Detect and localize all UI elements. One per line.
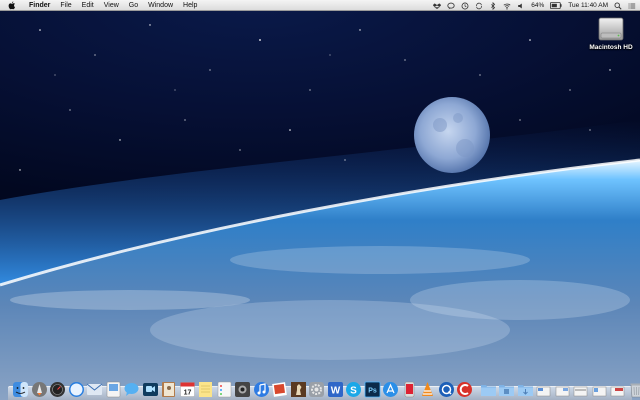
menu-view[interactable]: View: [99, 0, 124, 11]
menu-go[interactable]: Go: [124, 0, 143, 11]
battery-icon[interactable]: [550, 2, 562, 10]
volume-icon[interactable]: [517, 2, 525, 10]
word-icon[interactable]: W: [327, 380, 344, 398]
calendar-icon[interactable]: 17: [179, 380, 196, 398]
quicktime-icon[interactable]: [438, 380, 455, 398]
photo-booth-icon[interactable]: [234, 380, 251, 398]
menu-edit[interactable]: Edit: [77, 0, 99, 11]
apple-icon[interactable]: [8, 0, 16, 10]
desktop-wallpaper: [0, 0, 640, 400]
notification-center-icon[interactable]: [628, 2, 636, 10]
hard-drive-icon: [598, 17, 624, 41]
bluetooth-icon[interactable]: [489, 1, 497, 10]
dropbox-icon[interactable]: [433, 2, 442, 10]
stack-icon[interactable]: [572, 380, 589, 398]
chess-icon[interactable]: [290, 380, 307, 398]
wifi-icon[interactable]: [503, 2, 511, 10]
safari-icon[interactable]: [68, 380, 85, 398]
reminders-icon[interactable]: [216, 380, 233, 398]
facetime-icon[interactable]: [142, 380, 159, 398]
messages-icon[interactable]: [123, 380, 140, 398]
dashboard-icon[interactable]: [49, 380, 66, 398]
battery-percent[interactable]: 64%: [531, 0, 544, 11]
stack-icon[interactable]: [591, 380, 608, 398]
trash-icon[interactable]: [628, 380, 640, 398]
menu-file[interactable]: File: [55, 0, 76, 11]
sync-icon[interactable]: [475, 2, 483, 10]
itunes-icon[interactable]: [253, 380, 270, 398]
contacts-icon[interactable]: [160, 380, 177, 398]
svg-text:17: 17: [183, 389, 191, 396]
menu-help[interactable]: Help: [178, 0, 202, 11]
stack-icon[interactable]: [535, 380, 552, 398]
dock: 17 W S Ps: [12, 376, 640, 398]
stack-icon[interactable]: [609, 380, 626, 398]
iphone-sync-icon[interactable]: [401, 380, 418, 398]
skype-icon[interactable]: S: [345, 380, 362, 398]
ccleaner-icon[interactable]: [456, 380, 473, 398]
svg-text:W: W: [330, 385, 340, 396]
svg-text:Ps: Ps: [368, 387, 377, 394]
menu-window[interactable]: Window: [143, 0, 178, 11]
earth-from-space-image: [0, 24, 640, 400]
vlc-icon[interactable]: [419, 380, 436, 398]
time-machine-icon[interactable]: [461, 2, 469, 10]
desktop-icon-macintosh-hd[interactable]: Macintosh HD: [586, 15, 636, 59]
menu-app-finder[interactable]: Finder: [24, 0, 55, 11]
app-store-icon[interactable]: [382, 380, 399, 398]
launchpad-icon[interactable]: [31, 380, 48, 398]
iphoto-icon[interactable]: [271, 380, 288, 398]
documents-folder-icon[interactable]: [498, 380, 515, 398]
finder-icon[interactable]: [12, 380, 29, 398]
desktop-icon-label: Macintosh HD: [589, 44, 633, 51]
moon: [414, 97, 490, 173]
preview-icon[interactable]: [105, 380, 122, 398]
messages-status-icon[interactable]: [447, 2, 455, 10]
clock[interactable]: Tue 11:40 AM: [568, 0, 608, 11]
applications-folder-icon[interactable]: [480, 380, 497, 398]
system-preferences-icon[interactable]: [308, 380, 325, 398]
photoshop-icon[interactable]: Ps: [364, 380, 381, 398]
stack-icon[interactable]: [554, 380, 571, 398]
notes-icon[interactable]: [197, 380, 214, 398]
spotlight-icon[interactable]: [614, 2, 622, 10]
downloads-folder-icon[interactable]: [517, 380, 534, 398]
mail-icon[interactable]: [86, 380, 103, 398]
svg-text:S: S: [350, 385, 357, 396]
menu-bar: Finder File Edit View Go Window Help 64%: [0, 0, 640, 11]
